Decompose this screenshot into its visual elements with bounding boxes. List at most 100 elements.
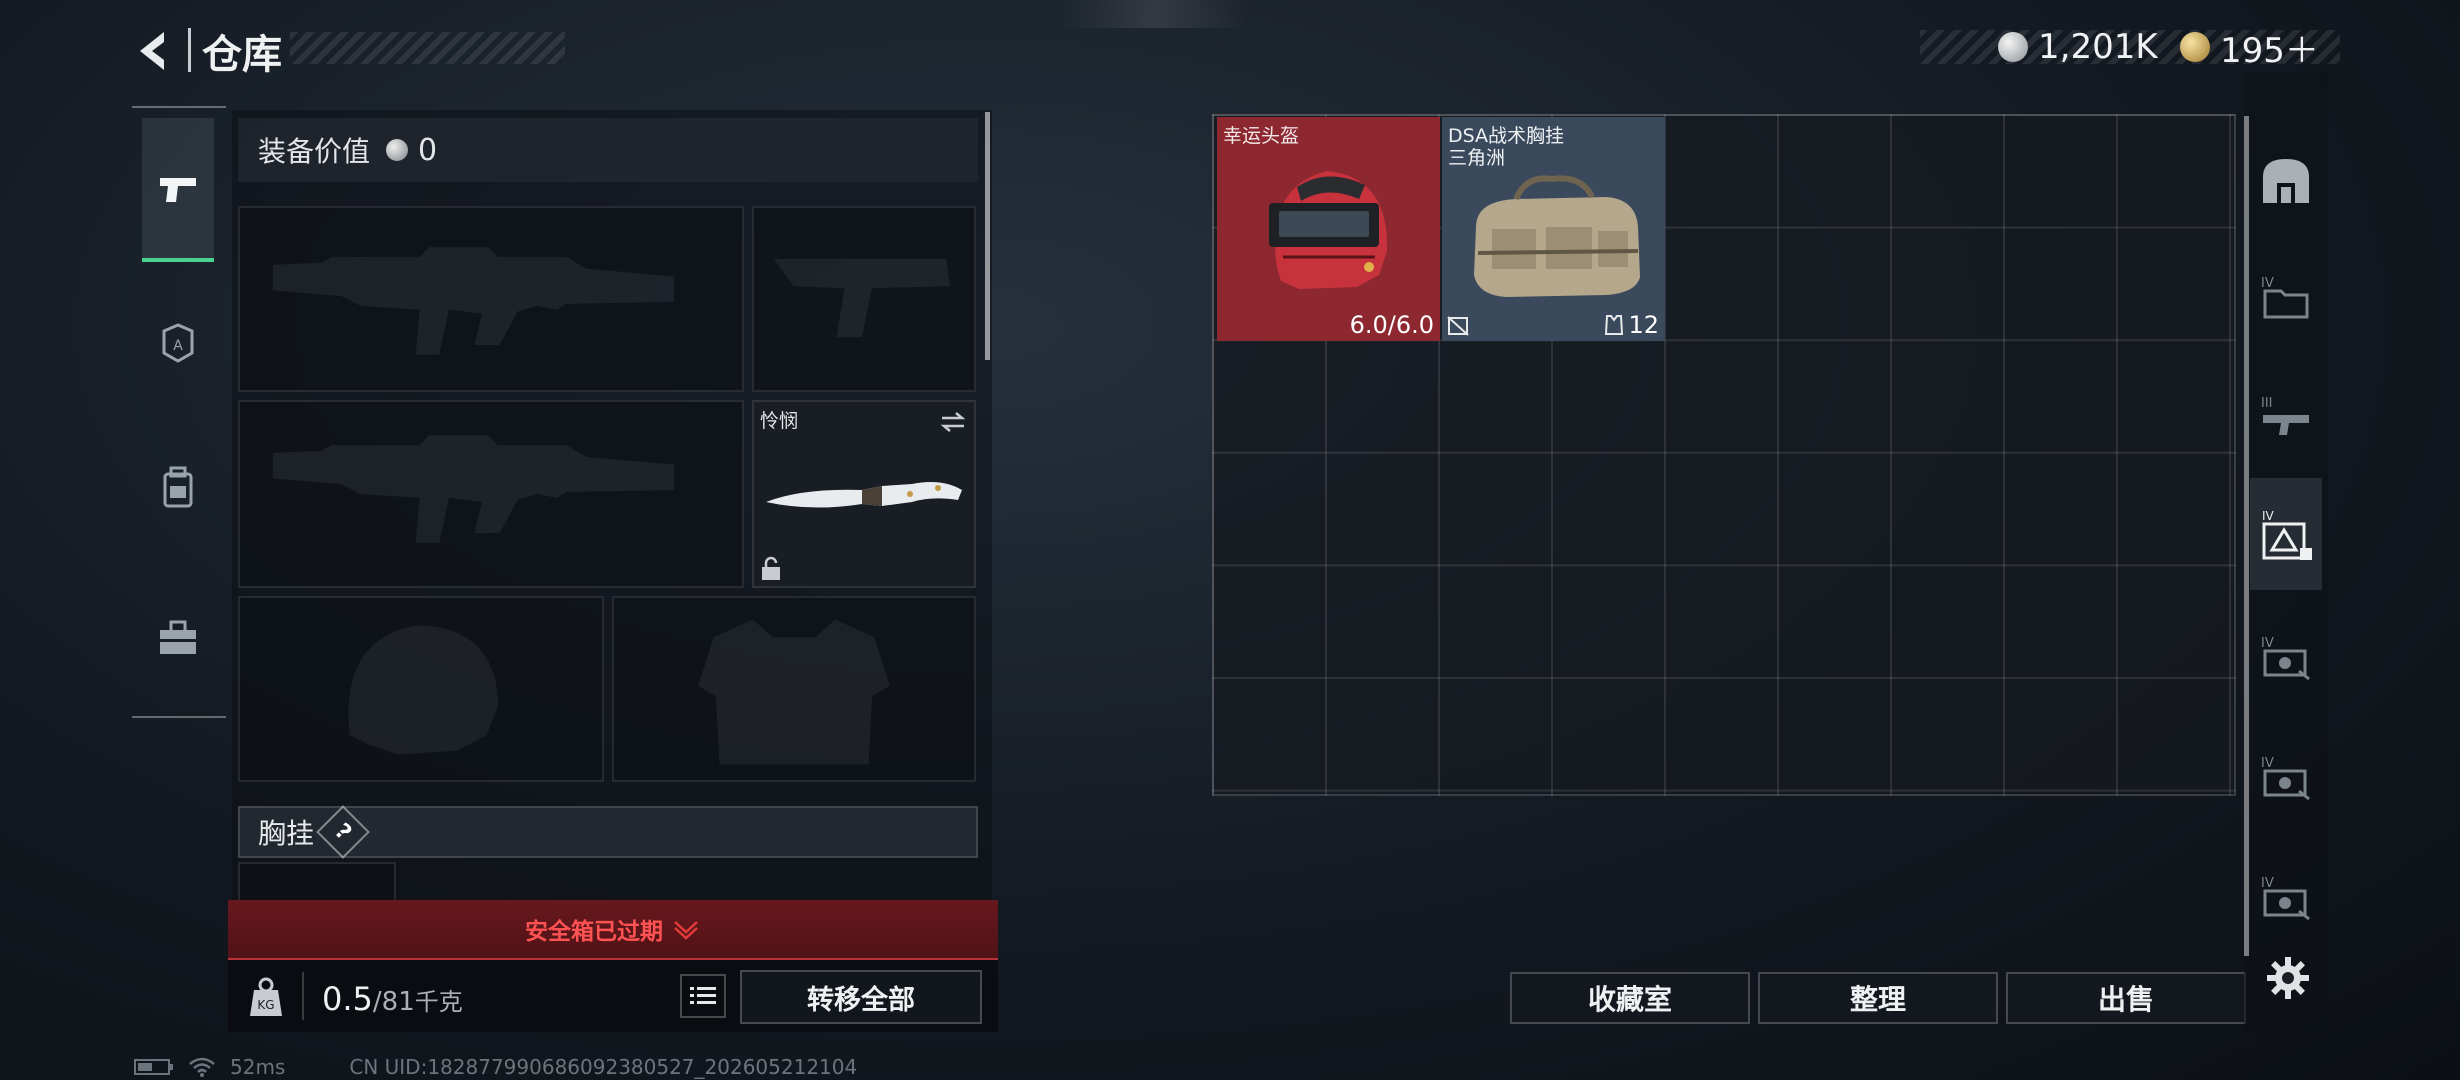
weight-icon: KG <box>246 976 286 1018</box>
left-tab-rail: A <box>132 106 226 718</box>
equipment-value: 0 <box>418 132 438 168</box>
vest-icon <box>1605 315 1624 335</box>
safebox-expired-banner[interactable]: 安全箱已过期 <box>228 900 998 960</box>
weight-max: /81 <box>372 987 415 1017</box>
list-icon <box>690 987 716 1004</box>
loot-iv-icon: IV <box>2261 876 2310 921</box>
folder-iv-icon: IV <box>2261 276 2309 319</box>
safebox-expired-text: 安全箱已过期 <box>525 919 663 945</box>
tab-toolbox[interactable] <box>142 578 214 698</box>
chest-rig-label: 胸挂 <box>258 817 315 850</box>
chevron-down-icon <box>674 921 698 940</box>
body-armor-slot[interactable] <box>612 596 976 782</box>
stash-item-helmet[interactable]: 幸运头盔 6.0/6.0 <box>1217 117 1440 341</box>
tab-vault[interactable] <box>2256 140 2316 220</box>
back-button[interactable] <box>130 26 180 76</box>
back-arrow-icon <box>140 32 164 70</box>
weight-unit: 千克 <box>414 988 463 1016</box>
tab-stash-iv-4[interactable]: IV <box>2256 856 2316 936</box>
wifi-icon <box>189 1057 215 1077</box>
gear-iv-icon: IV <box>2262 509 2312 560</box>
rifle-silhouette-icon <box>272 435 675 543</box>
tab-stash-iv-1[interactable]: IV <box>2256 256 2316 336</box>
item-durability: 6.0/6.0 <box>1349 311 1434 339</box>
silver-coin-icon <box>386 139 409 161</box>
ping: 52ms <box>230 1055 286 1079</box>
tab-stash-iv-2[interactable]: IV <box>2256 616 2316 696</box>
status-bar: 52ms CN UID:182877990686092380527_202605… <box>134 1054 857 1080</box>
title-hatch-bar <box>290 32 565 64</box>
uid: CN UID:182877990686092380527_20260521210… <box>349 1055 858 1079</box>
primary-weapon-slot[interactable] <box>238 206 744 392</box>
page-title: 仓库 <box>202 32 282 78</box>
pistol-silhouette-icon <box>773 258 951 338</box>
equipment-value-label: 装备价值 <box>258 135 371 168</box>
backpack-icon <box>163 466 193 508</box>
weight-current: 0.5 <box>322 980 373 1018</box>
gold-coin-icon <box>2180 32 2210 62</box>
organize-button[interactable]: 整理 <box>1758 972 1998 1024</box>
gear-icon <box>2267 957 2309 999</box>
background-light-streak <box>1060 0 1250 28</box>
list-view-button[interactable] <box>680 974 726 1018</box>
silver-currency: 1,201K <box>1998 24 2158 70</box>
pistol-icon <box>160 178 196 202</box>
help-icon[interactable]: ? <box>316 805 370 859</box>
loot-iv-icon: IV <box>2261 756 2310 801</box>
melee-name: 怜悯 <box>760 410 799 432</box>
chest-rig-header: 胸挂 ? <box>238 805 978 859</box>
gold-amount: 195＋ <box>2220 30 2319 71</box>
tab-backpack[interactable] <box>142 428 214 548</box>
item-capacity: 12 <box>1604 311 1659 339</box>
rifle-silhouette-icon <box>272 247 674 355</box>
knife-icon <box>766 482 962 508</box>
silver-coin-icon <box>1998 32 2028 62</box>
chest-rig-slot[interactable] <box>238 862 396 902</box>
armor-silhouette-icon <box>698 619 890 765</box>
helmet-slot[interactable] <box>238 596 604 782</box>
settings-button[interactable] <box>2260 950 2316 1006</box>
silver-amount: 1,201K <box>2038 27 2158 67</box>
gold-currency: 195＋ <box>2180 24 2319 71</box>
header-divider <box>188 28 191 72</box>
tab-armor[interactable]: A <box>142 288 214 398</box>
weight-divider <box>302 972 304 1020</box>
tab-stash-iii[interactable]: III <box>2256 376 2316 456</box>
item-name: 幸运头盔 <box>1223 125 1300 147</box>
svg-text:KG: KG <box>257 998 274 1012</box>
no-insure-icon <box>1447 316 1469 336</box>
sell-button[interactable]: 出售 <box>2006 972 2246 1024</box>
item-subtitle: 三角洲 <box>1448 147 1506 169</box>
battery-icon <box>134 1059 173 1075</box>
secondary-weapon-slot[interactable] <box>238 400 744 588</box>
duffel-bag-icon <box>1474 175 1640 297</box>
svg-text:III: III <box>2261 396 2273 411</box>
stash-item-chest-rig[interactable]: DSA战术胸挂 三角洲 12 <box>1442 117 1665 341</box>
tab-stash-iv-3[interactable]: IV <box>2256 736 2316 816</box>
right-rail-scrollbar[interactable] <box>2244 116 2249 956</box>
tab-stash-selected[interactable]: IV <box>2250 478 2322 590</box>
equipment-value-row: 装备价值 0 <box>238 118 978 182</box>
weapon-iii-icon: III <box>2261 396 2309 435</box>
svg-text:IV: IV <box>2261 636 2274 651</box>
helmet-silhouette-icon <box>348 625 499 755</box>
svg-text:IV: IV <box>2261 756 2274 771</box>
swap-icon[interactable] <box>938 410 968 434</box>
lock-icon <box>762 556 780 580</box>
loadout-scrollbar[interactable] <box>985 112 990 360</box>
loot-iv-icon: IV <box>2261 636 2310 681</box>
collection-room-button[interactable]: 收藏室 <box>1510 972 1750 1024</box>
transfer-all-button[interactable]: 转移全部 <box>740 970 982 1024</box>
tab-weapons[interactable] <box>142 118 214 262</box>
melee-slot[interactable]: 怜悯 <box>752 400 976 588</box>
sidearm-slot[interactable] <box>752 206 976 392</box>
helmet-icon <box>1269 171 1388 289</box>
toolbox-icon <box>160 620 196 654</box>
armor-tier-icon: A <box>162 323 194 363</box>
svg-text:IV: IV <box>2261 876 2274 891</box>
svg-text:IV: IV <box>2261 276 2274 291</box>
weight-readout: 0.5 /81 千克 <box>322 980 463 1018</box>
svg-text:A: A <box>173 338 183 354</box>
vault-icon <box>2263 159 2309 203</box>
svg-text:IV: IV <box>2262 509 2275 523</box>
